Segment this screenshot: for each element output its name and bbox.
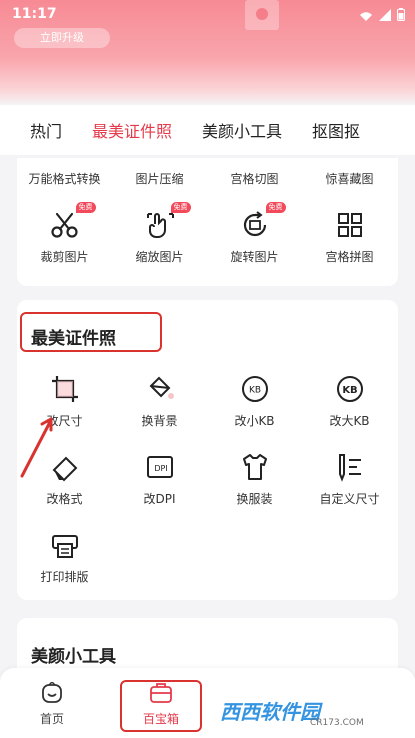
id-print-layout[interactable]: 打印排版	[17, 528, 112, 585]
crop-frame-icon	[51, 376, 78, 402]
tool-crop[interactable]: 免费 裁剪图片	[17, 202, 112, 265]
kb-small-glyph: KB	[248, 386, 260, 396]
tab-hot[interactable]: 热门	[30, 118, 62, 142]
id-photo-row-1: 改尺寸 换背景 KB 改小KB KB 改大KB	[17, 372, 398, 429]
annotation-highlight-nav	[120, 680, 202, 732]
id-larger-kb[interactable]: KB 改大KB	[302, 372, 397, 429]
tool-grid-puzzle-label: 宫格拼图	[325, 250, 374, 264]
watermark-brand: 西西软件园	[220, 699, 320, 724]
dpi-glyph: DPI	[154, 464, 167, 473]
id-print-layout-label: 打印排版	[40, 570, 89, 584]
tools-card: 万能格式转换 图片压缩 宫格切图 惊喜藏图 免费 裁剪图片 免费 缩放图片 免费…	[17, 158, 398, 286]
status-bar: 11:17	[10, 6, 405, 24]
tool-resize[interactable]: 免费 缩放图片	[112, 202, 207, 265]
beauty-title: 美颜小工具	[31, 647, 116, 667]
id-photo-row-3: 打印排版	[17, 528, 398, 585]
id-custom-size-label: 自定义尺寸	[319, 492, 380, 506]
watermark-logo: 西西软件园 CR173.COM	[220, 690, 364, 730]
watermark-domain: CR173.COM	[310, 718, 364, 728]
scissors-icon	[50, 212, 78, 238]
id-dpi-label: 改DPI	[143, 492, 176, 506]
tool-surprise-hide[interactable]: 惊喜藏图	[302, 170, 397, 187]
kb-small-icon: KB	[241, 376, 268, 402]
header-banner: 11:17 立即升级	[0, 0, 415, 105]
annotation-highlight-title	[20, 312, 162, 352]
id-dpi[interactable]: DPI 改DPI	[112, 450, 207, 507]
status-time: 11:17	[12, 6, 57, 22]
id-larger-kb-label: 改大KB	[329, 414, 370, 428]
tool-grid-cut[interactable]: 宫格切图	[207, 170, 302, 187]
annotation-arrow-icon	[20, 417, 53, 478]
custom-size-icon	[338, 454, 361, 482]
paint-bucket-icon	[149, 376, 174, 399]
id-clothes[interactable]: 换服装	[207, 450, 302, 507]
grid-icon	[337, 213, 362, 237]
tool-rotate[interactable]: 免费 旋转图片	[207, 202, 302, 265]
home-face-icon	[42, 682, 62, 703]
printer-icon	[51, 535, 78, 558]
id-smaller-kb-label: 改小KB	[234, 414, 275, 428]
free-badge: 免费	[75, 202, 96, 213]
dpi-icon: DPI	[146, 456, 173, 478]
tool-compress[interactable]: 图片压缩	[112, 170, 207, 187]
tool-resize-label: 缩放图片	[135, 250, 184, 264]
status-icons	[359, 8, 405, 21]
id-photo-row-2: 改格式 DPI 改DPI 换服装 自定义尺寸	[17, 450, 398, 507]
tab-cutout[interactable]: 抠图抠	[312, 118, 360, 142]
kb-large-icon: KB	[336, 376, 363, 402]
signal-icon	[360, 11, 372, 21]
free-badge: 免费	[170, 202, 191, 213]
tool-grid-puzzle[interactable]: 宫格拼图	[302, 208, 397, 265]
kb-large-glyph: KB	[342, 385, 357, 396]
tab-beauty-tools[interactable]: 美颜小工具	[202, 118, 282, 142]
tools-row: 免费 裁剪图片 免费 缩放图片 免费 旋转图片 宫格拼图	[17, 202, 398, 265]
tool-format-convert[interactable]: 万能格式转换	[17, 170, 112, 187]
battery-icon	[397, 8, 405, 21]
cellular-icon	[379, 8, 391, 21]
id-custom-size[interactable]: 自定义尺寸	[302, 450, 397, 507]
id-background[interactable]: 换背景	[112, 372, 207, 429]
tab-id-photo[interactable]: 最美证件照	[92, 118, 172, 142]
rotate-image-icon	[243, 211, 266, 237]
nav-home-label: 首页	[39, 712, 64, 726]
nav-home[interactable]: 首页	[17, 682, 87, 727]
shirt-icon	[242, 454, 267, 480]
gift-envelope-icon	[245, 0, 279, 30]
upgrade-button[interactable]: 立即升级	[14, 28, 110, 48]
id-format-label: 改格式	[46, 492, 83, 506]
id-smaller-kb[interactable]: KB 改小KB	[207, 372, 302, 429]
id-background-label: 换背景	[141, 414, 178, 428]
free-badge: 免费	[265, 202, 286, 213]
tool-crop-label: 裁剪图片	[40, 250, 89, 264]
tools-top-labels: 万能格式转换 图片压缩 宫格切图 惊喜藏图	[17, 170, 398, 187]
id-clothes-label: 换服装	[236, 492, 273, 506]
category-tabs: 热门 最美证件照 美颜小工具 抠图抠	[0, 105, 415, 155]
resize-hand-icon	[146, 213, 174, 238]
tool-rotate-label: 旋转图片	[230, 250, 279, 264]
